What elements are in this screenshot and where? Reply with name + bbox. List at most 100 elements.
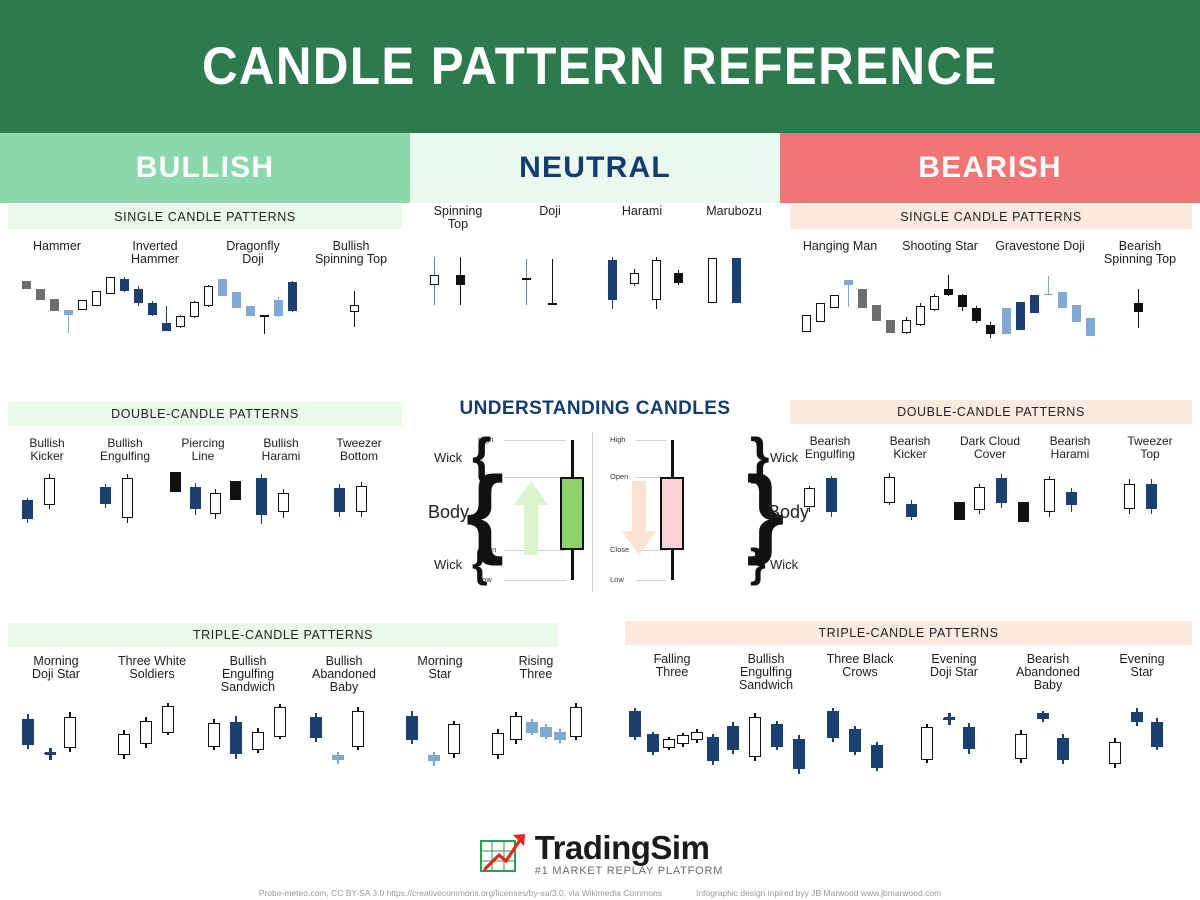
- pattern-label-line: Dark Cloud: [959, 434, 1021, 448]
- pattern-label-line: Star: [1130, 665, 1154, 679]
- pattern-label-line: Doji: [242, 252, 264, 266]
- candle-body: [674, 272, 683, 283]
- candle-body: [884, 476, 895, 503]
- candle-body: [793, 739, 805, 769]
- candle-body: [120, 278, 129, 292]
- pattern-candles: [692, 243, 784, 353]
- candle-body: [278, 493, 289, 512]
- candle-body: [456, 275, 465, 286]
- category-bullish: BULLISH: [0, 133, 410, 203]
- candle-wick: [551, 259, 554, 305]
- candle-body: [1066, 491, 1077, 506]
- candle-body: [208, 723, 220, 747]
- strip-bullish-triple: TRIPLE-CANDLE PATTERNS: [8, 623, 558, 647]
- pattern-label-line: Three: [519, 667, 553, 681]
- candle-body: [921, 726, 933, 761]
- pattern-label-line: Line: [191, 448, 215, 463]
- pattern-candles: [911, 697, 1005, 807]
- candle-body: [1002, 308, 1011, 335]
- pattern-label-line: Spinning Top: [314, 252, 388, 266]
- candle-body: [1057, 737, 1069, 761]
- pattern-label-line: Cover: [973, 446, 1006, 461]
- part-label: Body: [428, 501, 470, 522]
- pattern-candles: [300, 697, 396, 807]
- candle-body: [170, 471, 181, 492]
- strip-label: DOUBLE-CANDLE PATTERNS: [897, 405, 1085, 419]
- candle-body: [310, 716, 322, 738]
- pattern-label: Marubozu: [688, 205, 780, 218]
- pattern-label: Bearish Engulfing: [790, 435, 870, 460]
- candle-body: [902, 319, 911, 334]
- candle-body: [36, 288, 45, 300]
- pattern-candles: [108, 697, 204, 807]
- pattern-candles: [12, 270, 115, 380]
- pattern-candles: [90, 467, 168, 577]
- candle-body: [428, 755, 440, 762]
- candle-body: [954, 501, 965, 521]
- pattern-candles: [208, 270, 306, 380]
- candle-body: [356, 485, 367, 512]
- pattern-label: Doji: [504, 205, 596, 218]
- candle-body: [176, 315, 185, 328]
- credit-left: Probe-meteo.com, CC BY-SA 3.0 https://cr…: [258, 888, 662, 898]
- brace-icon: }: [750, 540, 766, 586]
- level-label: High: [610, 435, 626, 444]
- pattern-label-line: Kicker: [30, 448, 64, 463]
- pattern-candles: [600, 243, 692, 353]
- level-label: Low: [610, 575, 624, 584]
- candle-body: [1131, 711, 1143, 722]
- candle-wick: [525, 259, 528, 305]
- pattern-label-line: Spinning Top: [1103, 252, 1177, 266]
- candle-body: [140, 720, 152, 745]
- candle-body: [1044, 293, 1053, 296]
- pattern-label: Falling Three: [625, 653, 719, 679]
- credit-right: Infographic design inpired byy JB Marwoo…: [695, 888, 942, 898]
- pattern-label-line: Bearish: [809, 434, 851, 448]
- strip-bearish-triple: TRIPLE-CANDLE PATTERNS: [625, 621, 1192, 645]
- candle-body: [707, 736, 719, 762]
- strip-bearish-single: SINGLE CANDLE PATTERNS: [790, 205, 1192, 229]
- uc-body: [660, 477, 684, 550]
- footer-credits: Probe-meteo.com, CC BY-SA 3.0 https://cr…: [0, 888, 1200, 898]
- understanding-bullish-candle: High Close Open Low} Wick} Body} Wick: [428, 428, 612, 592]
- pattern-candles: [994, 270, 1095, 380]
- candle-body: [230, 721, 242, 755]
- candle-body: [190, 486, 201, 510]
- pattern-candles: [12, 467, 90, 577]
- pattern-label-line: Hammer: [33, 239, 81, 253]
- pattern-label: Bearish Kicker: [870, 435, 950, 460]
- pattern-label-line: Baby: [1033, 678, 1063, 692]
- candle-body: [406, 715, 418, 741]
- candle-body: [944, 288, 953, 295]
- candle-body: [963, 726, 975, 750]
- brace-icon: }: [472, 540, 488, 586]
- pattern-label: Bullish Harami: [242, 437, 320, 462]
- category-band: BULLISH NEUTRAL BEARISH: [0, 133, 1200, 203]
- candle-body: [570, 706, 582, 737]
- pattern-candles: [110, 270, 213, 380]
- pattern-candles: [1114, 467, 1194, 577]
- candle-body: [647, 734, 659, 752]
- candle-body: [122, 478, 133, 518]
- strip-bullish-single: SINGLE CANDLE PATTERNS: [8, 205, 402, 229]
- pattern-candles: [416, 243, 508, 353]
- candle-body: [540, 726, 552, 737]
- pattern-candles: [817, 697, 911, 807]
- pattern-label-line: Harami: [621, 204, 663, 218]
- candle-body: [352, 710, 364, 747]
- pattern-label-line: Baby: [329, 680, 359, 694]
- candle-body: [22, 281, 31, 289]
- candle-body: [691, 731, 703, 741]
- part-label: Wick: [434, 556, 463, 572]
- pattern-label: Harami: [596, 205, 688, 218]
- candle-body: [230, 480, 241, 501]
- pattern-label-line: Bearish: [889, 434, 931, 448]
- candle-body: [608, 260, 617, 301]
- pattern-label: Bullish Engulfing Sandwich: [719, 653, 813, 692]
- candle-body: [1016, 302, 1025, 330]
- pattern-label-line: Engulfing: [99, 448, 151, 463]
- category-neutral: NEUTRAL: [410, 133, 780, 203]
- candle-body: [1058, 292, 1067, 309]
- pattern-candles: [629, 697, 723, 807]
- pattern-label-line: Crows: [842, 665, 878, 679]
